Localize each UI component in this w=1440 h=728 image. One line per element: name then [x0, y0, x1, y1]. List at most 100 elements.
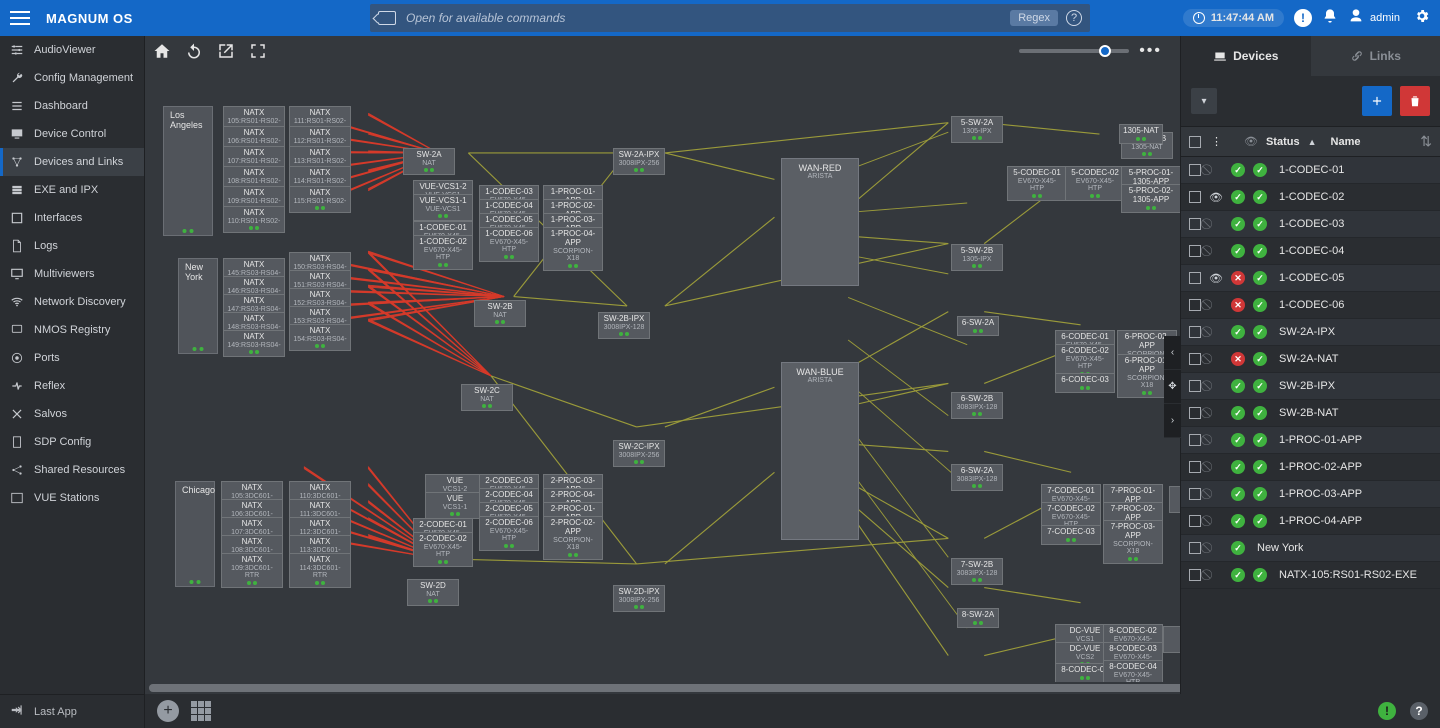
region-node[interactable]: New York	[178, 258, 218, 354]
panel-collapse-tabs[interactable]: ‹ ✥ ›	[1164, 336, 1181, 438]
topo-node[interactable]: VUE-VCS1-1VUE-VCS1	[413, 194, 473, 221]
region-node[interactable]: Chicago	[175, 481, 215, 587]
device-row[interactable]: ⃠✕✓1-CODEC-06	[1181, 292, 1440, 319]
row-checkbox[interactable]	[1189, 461, 1201, 473]
device-row[interactable]: ⃠✕✓SW-2A-NAT	[1181, 346, 1440, 373]
topo-node[interactable]: 5-CODEC-01EV670-X45-HTP	[1007, 166, 1067, 201]
help-icon[interactable]: ?	[1066, 10, 1082, 26]
chevron-right-icon[interactable]: ›	[1164, 404, 1181, 438]
topo-node[interactable]: SW-2DNAT	[407, 579, 459, 606]
topo-node[interactable]: SW-2ANAT	[403, 148, 455, 175]
topo-node[interactable]: SW-2B-IPX3008IPX-128	[598, 312, 650, 339]
command-box[interactable]: Open for available commands Regex ?	[370, 4, 1090, 32]
help-indicator[interactable]: ?	[1410, 702, 1428, 720]
topo-node[interactable]: SW-2A-IPX3008IPX-256	[613, 148, 665, 175]
visibility-icon[interactable]: ⃠	[1209, 542, 1223, 555]
sidebar-item-vue-stations[interactable]: VUE Stations	[0, 484, 144, 512]
status-header[interactable]: Status	[1266, 136, 1300, 148]
device-row[interactable]: ⃠✓✓1-CODEC-03	[1181, 211, 1440, 238]
topo-node[interactable]: 8-SW-2A	[957, 608, 999, 628]
settings-icon[interactable]	[1414, 8, 1430, 29]
visibility-icon[interactable]: ⃠	[1209, 569, 1223, 582]
open-external-icon[interactable]	[217, 42, 235, 60]
device-row[interactable]: ⃠✓✓1-CODEC-01	[1181, 157, 1440, 184]
topo-node[interactable]: 7NQuan	[1169, 486, 1180, 513]
sidebar-item-ports[interactable]: Ports	[0, 344, 144, 372]
topo-node[interactable]: NATX154:RS03-RS04-	[289, 324, 351, 351]
tab-devices[interactable]: Devices	[1181, 36, 1311, 76]
chevron-left-icon[interactable]: ‹	[1164, 336, 1181, 370]
visibility-column-icon[interactable]: 👁	[1244, 135, 1258, 148]
sidebar-item-devices-and-links[interactable]: Devices and Links	[0, 148, 144, 176]
fullscreen-icon[interactable]	[249, 42, 267, 60]
topo-node[interactable]: 7-SW-2B3083IPX-128	[951, 558, 1003, 585]
sidebar-item-multiviewers[interactable]: Multiviewers	[0, 260, 144, 288]
topo-node[interactable]: 7-CODEC-03	[1041, 525, 1101, 545]
sidebar-item-device-control[interactable]: Device Control	[0, 120, 144, 148]
device-row[interactable]: ⃠✓✓NATX-105:RS01-RS02-EXE	[1181, 562, 1440, 589]
add-button[interactable]	[1362, 86, 1392, 116]
row-checkbox[interactable]	[1189, 434, 1201, 446]
more-icon[interactable]: •••	[1139, 42, 1162, 60]
row-checkbox[interactable]	[1189, 569, 1201, 581]
sidebar-item-interfaces[interactable]: Interfaces	[0, 204, 144, 232]
select-all-checkbox[interactable]	[1189, 136, 1201, 148]
topo-node[interactable]: 5-PROC-02-1305-APP	[1121, 184, 1180, 213]
sidebar-item-sdp-config[interactable]: SDP Config	[0, 428, 144, 456]
row-checkbox[interactable]	[1189, 353, 1201, 365]
sidebar-item-audioviewer[interactable]: AudioViewer	[0, 36, 144, 64]
visibility-icon[interactable]: ⃠	[1209, 326, 1223, 339]
sidebar-item-reflex[interactable]: Reflex	[0, 372, 144, 400]
row-checkbox[interactable]	[1189, 218, 1201, 230]
zoom-slider[interactable]	[1019, 49, 1129, 53]
visibility-icon[interactable]: ⃠	[1209, 245, 1223, 258]
sidebar-footer[interactable]: Last App	[0, 694, 144, 728]
topo-node[interactable]: NATX114:3DC601-RTR	[289, 553, 351, 588]
topo-node[interactable]: VUEVCS1-1	[425, 492, 485, 519]
device-row[interactable]: ⃠✓New York	[1181, 535, 1440, 562]
name-header[interactable]: Name	[1331, 136, 1361, 148]
visibility-icon[interactable]: 👁	[1209, 272, 1223, 285]
row-checkbox[interactable]	[1189, 164, 1201, 176]
device-row[interactable]: ⃠✓✓SW-2A-IPX	[1181, 319, 1440, 346]
zoom-control[interactable]: •••	[1019, 42, 1162, 60]
device-row[interactable]: ⃠✓✓SW-2B-IPX	[1181, 373, 1440, 400]
sidebar-item-shared-resources[interactable]: Shared Resources	[0, 456, 144, 484]
filter-dropdown[interactable]: ▾	[1191, 88, 1217, 114]
topo-node[interactable]: 1305-NAT	[1119, 124, 1163, 144]
move-icon[interactable]: ✥	[1164, 370, 1181, 404]
topo-node[interactable]: NATX109:3DC601-RTR	[221, 553, 283, 588]
sidebar-item-exe-and-ipx[interactable]: EXE and IPX	[0, 176, 144, 204]
topo-node[interactable]: NATX149:RS03-RS04-	[223, 330, 285, 357]
delete-button[interactable]	[1400, 86, 1430, 116]
topo-node[interactable]: SW-2BNAT	[474, 300, 526, 327]
visibility-icon[interactable]: ⃠	[1209, 299, 1223, 312]
topo-node[interactable]: 6-SW-2A	[957, 316, 999, 336]
bell-icon[interactable]	[1322, 8, 1338, 29]
refresh-icon[interactable]	[185, 42, 203, 60]
topo-node[interactable]: 8-CODEC-04EV670-X45-HTP	[1103, 660, 1163, 682]
topo-node[interactable]: NATX110:RS01-RS02-	[223, 206, 285, 233]
topo-node[interactable]: SW-2C-IPX3008IPX-256	[613, 440, 665, 467]
info-icon[interactable]: !	[1294, 9, 1312, 27]
sort-handle-icon[interactable]: ⇅	[1420, 133, 1432, 150]
topo-node[interactable]: 1-PROC-04-APPSCORPION-X18	[543, 227, 603, 271]
device-row[interactable]: ⃠✓✓1-PROC-03-APP	[1181, 481, 1440, 508]
topo-node[interactable]: 5-SW-2A1305-IPX	[951, 116, 1003, 143]
visibility-icon[interactable]: 👁	[1209, 191, 1223, 204]
topo-node[interactable]: SW-2CNAT	[461, 384, 513, 411]
device-row[interactable]: ⃠✓✓1-PROC-04-APP	[1181, 508, 1440, 535]
tab-links[interactable]: Links	[1311, 36, 1440, 76]
topology-canvas[interactable]: Los AngelesNew YorkChicagoWAN-REDARISTAW…	[145, 66, 1180, 682]
header-menu-icon[interactable]: ⋮	[1211, 135, 1222, 148]
visibility-icon[interactable]: ⃠	[1209, 434, 1223, 447]
region-node[interactable]: Los Angeles	[163, 106, 213, 236]
topo-node[interactable]: 7-PROC-03-APPSCORPION-X18	[1103, 520, 1163, 564]
row-checkbox[interactable]	[1189, 542, 1201, 554]
visibility-icon[interactable]: ⃠	[1209, 407, 1223, 420]
topo-node[interactable]: 6-SW-2B3083IPX-128	[951, 392, 1003, 419]
row-checkbox[interactable]	[1189, 515, 1201, 527]
row-checkbox[interactable]	[1189, 245, 1201, 257]
row-checkbox[interactable]	[1189, 488, 1201, 500]
device-row[interactable]: ⃠✓✓1-PROC-01-APP	[1181, 427, 1440, 454]
